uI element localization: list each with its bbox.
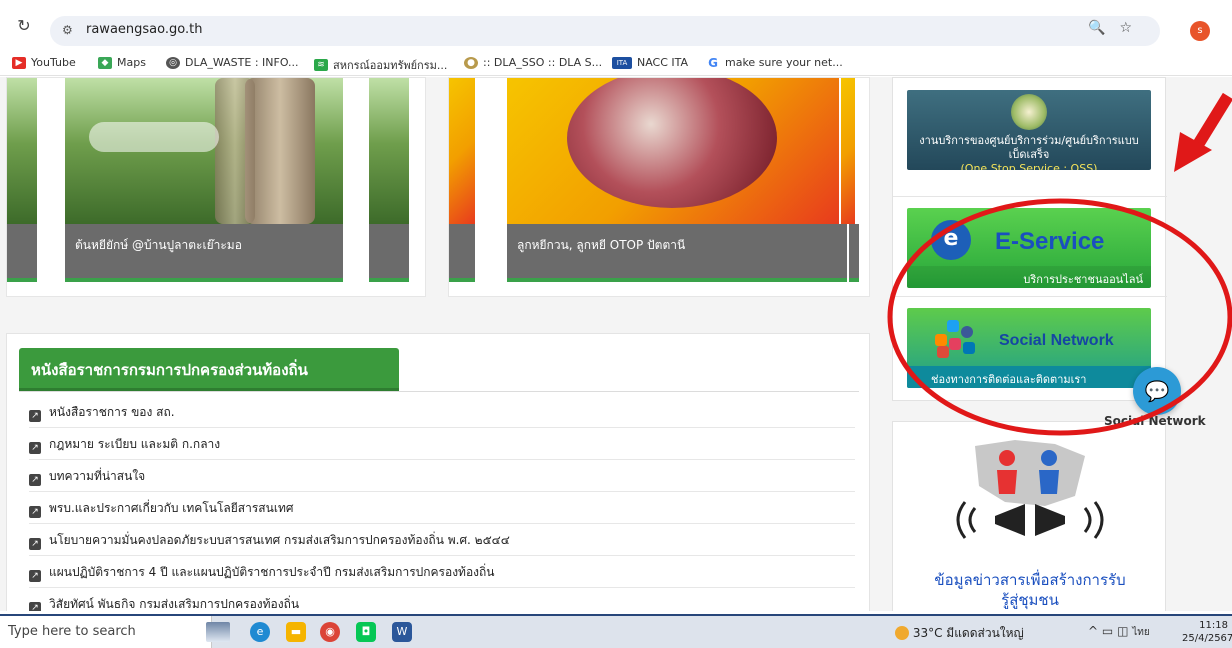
oss-subtitle: (One Stop Service : OSS) bbox=[960, 162, 1098, 170]
doc-list-item[interactable]: ↗ นโยบายความมั่นคงปลอดภัยระบบสารสนเทศ กรม… bbox=[29, 524, 855, 556]
external-link-icon: ↗ bbox=[29, 506, 41, 518]
bookmark-make-sure[interactable]: G make sure your net... bbox=[706, 56, 843, 69]
external-link-icon: ↗ bbox=[29, 474, 41, 486]
chat-bubble-icon[interactable]: 💬 bbox=[1133, 367, 1181, 415]
doc-list-item[interactable]: ↗ บทความที่น่าสนใจ bbox=[29, 460, 855, 492]
external-link-icon: ↗ bbox=[29, 602, 41, 611]
screen: ↻ ⚙ rawaengsao.go.th 🔍☆ s ▶ YouTube ◆ Ma… bbox=[0, 0, 1232, 648]
photo-partial bbox=[7, 78, 37, 224]
card-caption[interactable]: ลูกหยีกวน, ลูกหยี OTOP ปัตตานี bbox=[507, 224, 847, 282]
zoom-and-star-icons[interactable]: 🔍☆ bbox=[1088, 20, 1146, 36]
line-icon[interactable]: ◘ bbox=[356, 622, 376, 642]
volume-icon[interactable]: ◫ bbox=[1117, 624, 1128, 638]
wifi-icon: ≋ bbox=[314, 59, 328, 71]
profile-avatar[interactable]: s bbox=[1190, 21, 1210, 41]
weather-widget[interactable]: 33°C มีแดดส่วนใหญ่ bbox=[895, 624, 1024, 643]
windows-taskbar: Type here to search e ▬ ◉ ◘ W 33°C มีแดด… bbox=[0, 614, 1232, 648]
external-link-icon: ↗ bbox=[29, 570, 41, 582]
bookmark-youtube[interactable]: ▶ YouTube bbox=[12, 56, 76, 69]
youtube-icon: ▶ bbox=[12, 56, 26, 69]
divider bbox=[893, 196, 1167, 197]
bookmark-nacc-ita[interactable]: ITA NACC ITA bbox=[612, 56, 688, 69]
word-icon[interactable]: W bbox=[392, 622, 412, 642]
gallery-card-right: ลูกหยีกวน, ลูกหยี OTOP ปัตตานี bbox=[448, 77, 870, 297]
oss-banner[interactable]: งานบริการของศูนย์บริการร่วม/ศูนย์บริการแ… bbox=[907, 90, 1151, 170]
doc-list-item[interactable]: ↗ พรบ.และประกาศเกี่ยวกับ เทคโนโลยีสารสนเท… bbox=[29, 492, 855, 524]
bookmark-dla-waste[interactable]: ◎ DLA_WASTE : INFO... bbox=[166, 56, 299, 69]
edge-icon[interactable]: e bbox=[250, 622, 270, 642]
external-link-icon: ↗ bbox=[29, 410, 41, 422]
gallery-card-left: ต้นหยียักษ์ @บ้านปูลาตะเย๊าะมอ bbox=[6, 77, 426, 297]
community-info-card[interactable]: ข้อมูลข่าวสารเพื่อสร้างการรับ รู้สู่ชุมช… bbox=[892, 421, 1166, 611]
dla-seal-icon bbox=[1011, 94, 1047, 130]
info-title-line1: ข้อมูลข่าวสารเพื่อสร้างการรับ bbox=[934, 571, 1126, 589]
info-title-line2: รู้สู่ชุมชน bbox=[1001, 591, 1059, 609]
social-network-banner[interactable]: Social Network ช่องทางการติดต่อและติดตาม… bbox=[907, 308, 1151, 388]
globe-icon: ◎ bbox=[166, 56, 180, 69]
photo-dried-fruit[interactable] bbox=[507, 78, 839, 224]
network-icon[interactable]: ▭ bbox=[1102, 624, 1113, 638]
doc-list-item[interactable]: ↗ แผนปฏิบัติราชการ 4 ปี และแผนปฏิบัติราชก… bbox=[29, 556, 855, 588]
ita-icon: ITA bbox=[612, 56, 632, 69]
sun-icon bbox=[895, 626, 909, 640]
chrome-icon[interactable]: ◉ bbox=[320, 622, 340, 642]
maps-icon: ◆ bbox=[98, 56, 112, 69]
doc-list-item[interactable]: ↗ กฎหมาย ระเบียบ และมติ ก.กลาง bbox=[29, 428, 855, 460]
oss-title: งานบริการของศูนย์บริการร่วม/ศูนย์บริการแ… bbox=[919, 134, 1139, 161]
social-network-subtitle: ช่องทางการติดต่อและติดตามเรา bbox=[907, 366, 1151, 388]
card-caption-partial bbox=[449, 224, 475, 282]
photo-partial bbox=[369, 78, 409, 224]
card-caption-partial bbox=[7, 224, 37, 282]
address-bar[interactable]: ⚙ rawaengsao.go.th 🔍☆ bbox=[50, 16, 1160, 46]
floating-social-label[interactable]: Social Network bbox=[1104, 414, 1206, 428]
eservice-subtitle: บริการประชาชนออนไลน์ bbox=[907, 266, 1151, 288]
eservice-logo-icon: e bbox=[931, 220, 971, 260]
card-caption-partial bbox=[849, 224, 859, 282]
cortana-icon[interactable] bbox=[206, 622, 230, 642]
taskbar-search-input[interactable]: Type here to search bbox=[0, 616, 212, 648]
reload-icon[interactable]: ↻ bbox=[12, 14, 36, 38]
bookmarks-bar: ▶ YouTube ◆ Maps ◎ DLA_WASTE : INFO... ≋… bbox=[0, 50, 1232, 76]
file-explorer-icon[interactable]: ▬ bbox=[286, 622, 306, 642]
site-info-icon[interactable]: ⚙ bbox=[62, 23, 73, 37]
browser-toolbar: ↻ ⚙ rawaengsao.go.th 🔍☆ s bbox=[0, 0, 1232, 50]
external-link-icon: ↗ bbox=[29, 538, 41, 550]
social-network-title: Social Network bbox=[999, 332, 1114, 349]
megaphone-people-graphic bbox=[956, 440, 1104, 539]
doc-list-item[interactable]: ↗ หนังสือราชการ ของ สถ. bbox=[29, 396, 855, 428]
social-icons-cluster bbox=[933, 316, 985, 358]
photo-partial bbox=[449, 78, 475, 224]
official-docs-panel: หนังสือราชการกรมการปกครองส่วนท้องถิ่น ↗ ห… bbox=[6, 333, 870, 611]
bookmark-maps[interactable]: ◆ Maps bbox=[98, 56, 146, 69]
divider bbox=[19, 391, 859, 392]
system-tray[interactable]: ^ ▭ ◫ ไทย bbox=[1088, 624, 1150, 640]
language-indicator[interactable]: ไทย bbox=[1132, 627, 1149, 638]
photo-partial bbox=[841, 78, 855, 224]
google-icon: G bbox=[708, 55, 718, 70]
external-link-icon: ↗ bbox=[29, 442, 41, 454]
eservice-title: E-Service bbox=[995, 228, 1105, 255]
chevron-up-icon[interactable]: ^ bbox=[1088, 624, 1098, 638]
bookmark-coop[interactable]: ≋ สหกรณ์ออมทรัพย์กรม... bbox=[314, 56, 447, 74]
sign-board bbox=[89, 122, 219, 152]
eservice-banner[interactable]: e E-Service บริการประชาชนออนไลน์ bbox=[907, 208, 1151, 288]
card-caption[interactable]: ต้นหยียักษ์ @บ้านปูลาตะเย๊าะมอ bbox=[65, 224, 343, 282]
photo-giant-tree[interactable] bbox=[65, 78, 343, 224]
url-text[interactable]: rawaengsao.go.th bbox=[86, 22, 202, 37]
doc-list-item[interactable]: ↗ วิสัยทัศน์ พันธกิจ กรมส่งเสริมการปกครอง… bbox=[29, 588, 855, 611]
page-content: ต้นหยียักษ์ @บ้านปูลาตะเย๊าะมอ ลูกหยีกวน… bbox=[0, 77, 1232, 611]
bookmark-dla-sso[interactable]: ● :: DLA_SSO :: DLA S... bbox=[464, 56, 602, 69]
seal-icon: ● bbox=[464, 56, 478, 69]
panel-title: หนังสือราชการกรมการปกครองส่วนท้องถิ่น bbox=[19, 348, 399, 388]
divider bbox=[893, 296, 1167, 297]
fruit-bag bbox=[567, 78, 777, 208]
service-sidebar: งานบริการของศูนย์บริการร่วม/ศูนย์บริการแ… bbox=[892, 77, 1167, 401]
card-caption-partial bbox=[369, 224, 409, 282]
clock[interactable]: 11:18 25/4/2567 bbox=[1182, 619, 1232, 645]
